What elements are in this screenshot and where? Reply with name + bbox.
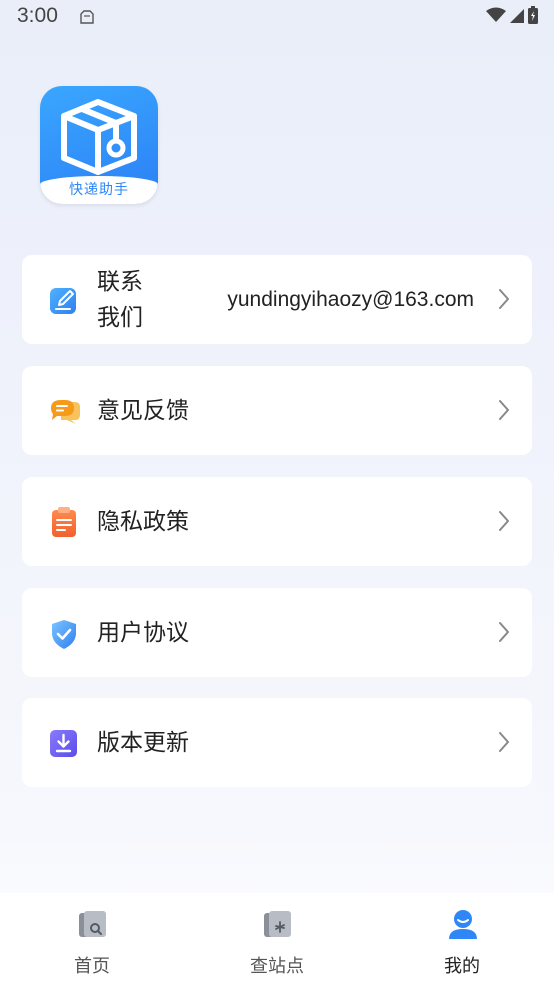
chat-bubble-icon <box>49 396 80 426</box>
tab-label: 我的 <box>444 956 480 977</box>
download-icon <box>49 728 79 758</box>
menu-item-label: 用户协议 <box>97 620 189 646</box>
menu-item-label: 版本更新 <box>97 730 189 756</box>
tab-check-station[interactable]: 查站点 <box>185 893 369 984</box>
contact-email: yundingyihaozy@163.com <box>227 288 474 311</box>
menu-item-privacy[interactable]: 隐私政策 <box>22 477 532 566</box>
tab-label: 首页 <box>74 956 110 977</box>
status-bar: 3:00 <box>0 0 554 34</box>
tab-home[interactable]: 首页 <box>0 893 184 984</box>
station-icon <box>262 908 294 940</box>
chevron-right-icon <box>498 731 510 757</box>
logo-label: 快递助手 <box>40 176 158 204</box>
shield-check-icon <box>49 618 79 649</box>
menu-item-contact[interactable]: 联系我们 yundingyihaozy@163.com <box>22 255 532 344</box>
wifi-icon <box>486 7 506 27</box>
tab-mine[interactable]: 我的 <box>370 893 554 984</box>
menu-item-label: 意见反馈 <box>97 398 189 424</box>
chevron-right-icon <box>498 288 510 314</box>
bottom-tab-bar: 首页 查站点 我的 <box>0 893 554 984</box>
menu-item-version-update[interactable]: 版本更新 <box>22 698 532 787</box>
sd-card-icon <box>80 9 94 28</box>
signal-icon <box>510 7 524 27</box>
edit-icon <box>49 285 79 315</box>
home-search-icon <box>77 908 109 940</box>
menu-item-label: 隐私政策 <box>97 509 189 535</box>
tab-label: 查站点 <box>250 956 304 977</box>
package-box-icon <box>61 99 137 175</box>
menu-item-feedback[interactable]: 意见反馈 <box>22 366 532 455</box>
user-icon <box>447 908 479 940</box>
chevron-right-icon <box>498 621 510 647</box>
chevron-right-icon <box>498 399 510 425</box>
status-icons <box>486 6 538 28</box>
app-logo: 快递助手 <box>40 86 158 204</box>
menu-item-user-agreement[interactable]: 用户协议 <box>22 588 532 677</box>
chevron-right-icon <box>498 510 510 536</box>
clipboard-icon <box>49 507 79 537</box>
menu-item-label: 联系我们 <box>97 269 143 331</box>
status-time: 3:00 <box>17 4 58 27</box>
battery-icon <box>528 6 538 28</box>
